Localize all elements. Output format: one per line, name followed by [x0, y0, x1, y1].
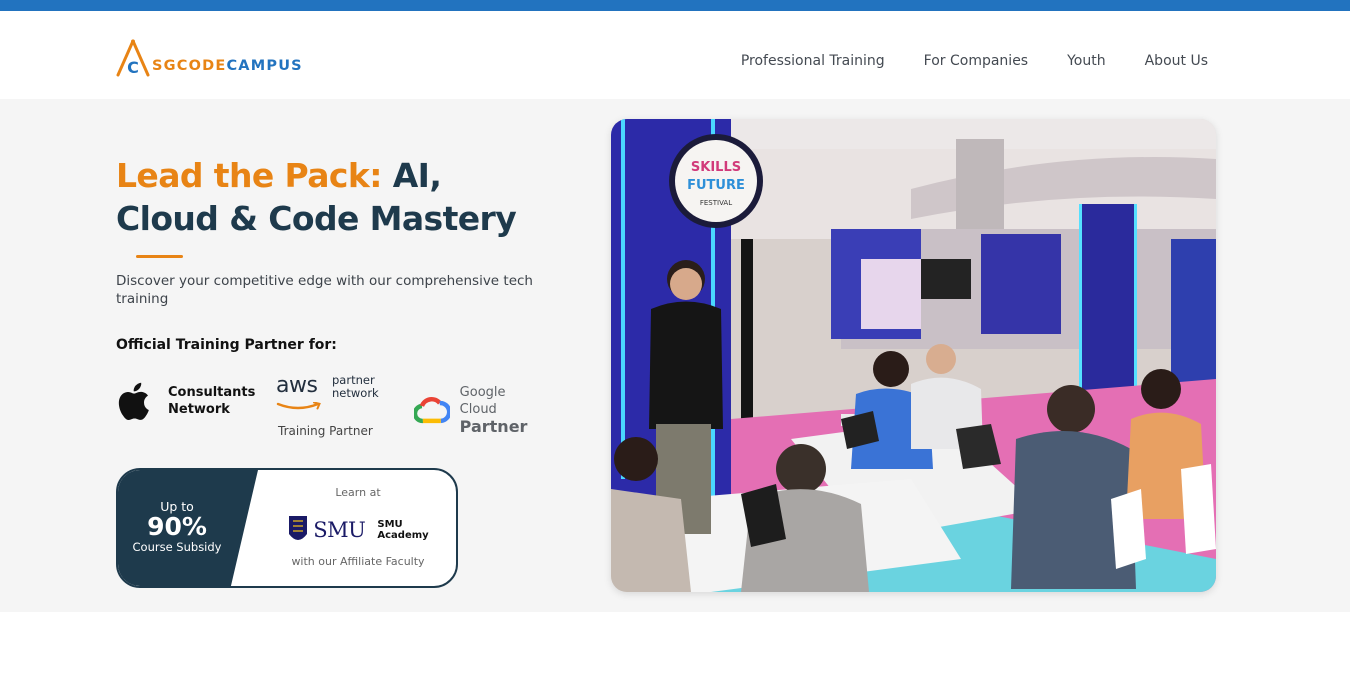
hero-subtitle: Discover your competitive edge with our …: [116, 273, 533, 307]
smu-academy-logo: SMU Academy: [377, 519, 428, 541]
nav-about-us[interactable]: About Us: [1145, 53, 1208, 69]
aws-partner-network-logo: aws partner network Training Partner: [276, 373, 379, 439]
smu-crest-icon: [289, 516, 308, 540]
smu-academy-line-2: Academy: [377, 530, 429, 541]
nav-for-companies[interactable]: For Companies: [924, 53, 1028, 69]
logo-sg: SG: [152, 58, 177, 74]
partner-logos: Consultants Network aws partner network: [116, 374, 546, 438]
hero-event-photo: SKILLS FUTURE FESTIVAL: [611, 119, 1216, 592]
smu-affiliate-panel: Learn at SMU SMU Academy with our Affili…: [258, 470, 456, 586]
svg-text:C: C: [127, 58, 139, 77]
subsidy-badge: Up to 90% Course Subsidy: [118, 500, 236, 555]
aws-training-partner-caption: Training Partner: [278, 424, 373, 438]
google-line-2: Partner: [459, 417, 528, 436]
aws-wordmark: aws: [276, 373, 318, 398]
learn-at-label: Learn at: [335, 486, 381, 499]
smu-academy-line-1: SMU: [377, 519, 403, 530]
aws-smile-icon: [276, 401, 321, 410]
main-nav: Professional Training For Companies Yout…: [741, 53, 1208, 69]
google-cloud-text: Google Cloud Partner: [460, 384, 546, 435]
logo-wordmark: SGCODECAMPUS: [152, 58, 303, 74]
aws-line-2: network: [332, 386, 379, 400]
nav-professional-training[interactable]: Professional Training: [741, 53, 885, 69]
site-header: C SGCODECAMPUS Professional Training For…: [0, 11, 1350, 99]
google-line-1: Google Cloud: [459, 385, 506, 417]
logo-campus: CAMPUS: [226, 58, 303, 74]
top-accent-bar: [0, 0, 1350, 11]
apple-icon: [118, 382, 149, 421]
headline-divider: [136, 255, 183, 258]
aws-partner-network-text: partner network: [332, 374, 379, 400]
sign-text-1: SKILLS: [691, 160, 741, 175]
apple-consultants-network-logo: Consultants Network: [116, 379, 255, 423]
logo-mark-icon: C: [116, 39, 150, 77]
google-cloud-partner-logo: Google Cloud Partner: [414, 384, 546, 435]
sign-text-3: FESTIVAL: [700, 199, 732, 207]
google-cloud-icon: [414, 396, 450, 423]
hero-section: Lead the Pack: AI, Cloud & Code Mastery …: [0, 99, 1350, 612]
apple-partner-text: Consultants Network: [168, 384, 255, 418]
sgcodecampus-logo[interactable]: C SGCODECAMPUS: [116, 37, 303, 77]
smu-logo: SMU: [287, 512, 366, 548]
partner-label: Official Training Partner for:: [116, 337, 337, 353]
hero-headline-accent: Lead the Pack:: [116, 156, 382, 195]
apple-line-1: Consultants: [168, 385, 256, 400]
hero-headline: Lead the Pack: AI, Cloud & Code Mastery: [116, 154, 546, 240]
affiliate-faculty-label: with our Affiliate Faculty: [291, 555, 425, 568]
sign-text-2: FUTURE: [687, 178, 745, 193]
course-subsidy-card[interactable]: Up to 90% Course Subsidy Learn at SMU SM…: [116, 468, 458, 588]
subsidy-caption: Course Subsidy: [132, 540, 222, 554]
logo-code: CODE: [176, 58, 227, 74]
subsidy-percent: 90%: [147, 512, 207, 541]
event-photo-illustration: SKILLS FUTURE FESTIVAL: [611, 119, 1216, 592]
smu-logos: SMU SMU Academy: [258, 509, 456, 551]
nav-youth[interactable]: Youth: [1067, 53, 1106, 69]
apple-line-2: Network: [168, 402, 230, 417]
smu-wordmark: SMU: [313, 518, 366, 542]
